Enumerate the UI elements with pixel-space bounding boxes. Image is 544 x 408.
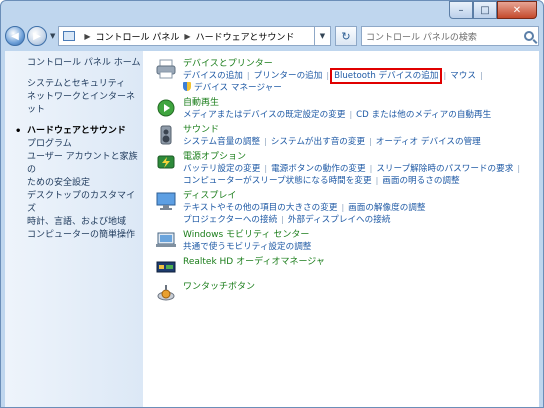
mouse-link[interactable]: マウス <box>450 71 476 81</box>
caption-buttons: – □ ✕ <box>449 1 537 19</box>
connect-external-display-link[interactable]: 外部ディスプレイへの接続 <box>288 215 391 225</box>
realtek-audio-title[interactable]: Realtek HD オーディオマネージャ <box>183 256 539 268</box>
sidebar-item-ease-of-access[interactable]: コンピューターの簡単操作 <box>27 229 143 242</box>
category-power-options: 電源オプション バッテリ設定の変更 | 電源ボタンの動作の変更 | スリープ解除時のパス… <box>155 151 539 187</box>
category-display: ディスプレイ テキストやその他の項目の大きさの変更 | 画面の解像度の調整 プロジェ… <box>155 190 539 226</box>
breadcrumb-control-panel[interactable]: コントロール パネル <box>96 30 180 43</box>
sidebar-item-system-security[interactable]: システムとセキュリティ <box>27 78 143 91</box>
uac-shield-icon <box>183 82 191 91</box>
search-input[interactable]: コントロール パネルの検索 <box>361 26 539 46</box>
speaker-icon <box>160 125 172 145</box>
recent-pages-dropdown-icon[interactable]: ▼ <box>50 32 55 40</box>
realtek-audio-icon <box>156 261 176 273</box>
require-password-on-wakeup-link[interactable]: スリープ解除時のパスワードの要求 <box>376 164 513 174</box>
close-button[interactable]: ✕ <box>497 1 537 19</box>
search-placeholder: コントロール パネルの検索 <box>366 32 477 43</box>
add-device-link[interactable]: デバイスの追加 <box>183 71 243 81</box>
address-bar[interactable]: ▶ コントロール パネル ▶ ハードウェアとサウンド <box>58 26 315 46</box>
display-title[interactable]: ディスプレイ <box>183 190 539 202</box>
power-options-icon <box>157 155 175 169</box>
autoplay-icon <box>157 99 175 117</box>
maximize-button[interactable]: □ <box>473 1 497 19</box>
search-icon[interactable] <box>524 31 534 41</box>
change-sleep-time-link[interactable]: コンピューターがスリープ状態になる時間を変更 <box>183 176 372 186</box>
change-text-size-link[interactable]: テキストやその他の項目の大きさの変更 <box>183 203 337 213</box>
breadcrumb-separator-icon[interactable]: ▶ <box>184 32 190 41</box>
category-mobility-center: Windows モビリティ センター 共通で使うモビリティ設定の調整 <box>155 229 539 253</box>
category-devices-printers: デバイスとプリンター デバイスの追加 | プリンターの追加 | Bluetooth デバ… <box>155 58 539 94</box>
autoplay-cd-link[interactable]: CD または他のメディアの自動再生 <box>356 110 491 120</box>
category-realtek-audio: Realtek HD オーディオマネージャ <box>155 256 539 278</box>
change-power-button-link[interactable]: 電源ボタンの動作の変更 <box>271 164 366 174</box>
control-panel-window: – □ ✕ ◀ ▶ ▼ ▶ コントロール パネル ▶ ハードウェアとサウンド ▼… <box>0 0 544 408</box>
connect-projector-link[interactable]: プロジェクターへの接続 <box>183 215 277 225</box>
change-battery-settings-link[interactable]: バッテリ設定の変更 <box>183 164 260 174</box>
sidebar-item-appearance[interactable]: デスクトップのカスタマイズ <box>27 190 143 216</box>
sidebar-item-clock-language[interactable]: 時計、言語、および地域 <box>27 216 143 229</box>
category-autoplay: 自動再生 メディアまたはデバイスの既定設定の変更 | CD または他のメディアの自動… <box>155 97 539 121</box>
adjust-volume-link[interactable]: システム音量の調整 <box>183 137 260 147</box>
sound-title[interactable]: サウンド <box>183 124 539 136</box>
sidebar-item-user-accounts[interactable]: ユーザー アカウントと家族の <box>27 151 143 177</box>
one-touch-button-title[interactable]: ワンタッチボタン <box>183 281 539 293</box>
control-panel-icon <box>63 31 76 41</box>
minimize-button[interactable]: – <box>449 1 473 19</box>
back-button[interactable]: ◀ <box>5 26 25 46</box>
device-manager-link[interactable]: デバイス マネージャー <box>194 83 282 93</box>
breadcrumb-separator-icon[interactable]: ▶ <box>84 32 90 41</box>
one-touch-button-icon <box>157 285 175 301</box>
forward-button[interactable]: ▶ <box>27 26 47 46</box>
sidebar-item-programs[interactable]: プログラム <box>27 138 143 151</box>
display-icon <box>156 192 176 210</box>
sidebar-item-home[interactable]: コントロール パネル ホーム <box>27 57 143 70</box>
change-default-media-link[interactable]: メディアまたはデバイスの既定設定の変更 <box>183 110 345 120</box>
devices-printers-title[interactable]: デバイスとプリンター <box>183 58 539 70</box>
content-area: コントロール パネル ホーム システムとセキュリティ ネットワークとインターネッ… <box>5 51 539 407</box>
adjust-brightness-link[interactable]: 画面の明るさの調整 <box>382 176 459 186</box>
autoplay-title[interactable]: 自動再生 <box>183 97 539 109</box>
category-one-touch-button: ワンタッチボタン <box>155 281 539 303</box>
printer-icon <box>156 59 176 79</box>
change-system-sounds-link[interactable]: システムが出す音の変更 <box>271 137 365 147</box>
category-sound: サウンド システム音量の調整 | システムが出す音の変更 | オーディオ デバイスの管理 <box>155 124 539 148</box>
add-printer-link[interactable]: プリンターの追加 <box>254 71 323 81</box>
mobility-center-title[interactable]: Windows モビリティ センター <box>183 229 539 241</box>
adjust-resolution-link[interactable]: 画面の解像度の調整 <box>348 203 425 213</box>
sidebar-item-network[interactable]: ネットワークとインターネット <box>27 91 143 117</box>
sidebar-item-hardware-sound: ハードウェアとサウンド <box>15 125 143 138</box>
manage-audio-devices-link[interactable]: オーディオ デバイスの管理 <box>376 137 481 147</box>
refresh-button[interactable]: ↻ <box>335 26 357 46</box>
power-options-title[interactable]: 電源オプション <box>183 151 539 163</box>
navigation-bar: ◀ ▶ ▼ ▶ コントロール パネル ▶ ハードウェアとサウンド ▼ ↻ コント… <box>5 23 539 49</box>
mobility-center-icon <box>156 232 176 247</box>
address-dropdown-icon[interactable]: ▼ <box>315 26 331 46</box>
breadcrumb-hardware-sound[interactable]: ハードウェアとサウンド <box>196 30 295 43</box>
sidebar-item-user-accounts-cont[interactable]: ための安全設定 <box>27 177 143 190</box>
main-panel: デバイスとプリンター デバイスの追加 | プリンターの追加 | Bluetooth デバ… <box>143 51 539 407</box>
sidebar: コントロール パネル ホーム システムとセキュリティ ネットワークとインターネッ… <box>5 51 143 407</box>
adjust-mobility-settings-link[interactable]: 共通で使うモビリティ設定の調整 <box>183 242 311 252</box>
add-bluetooth-device-link[interactable]: Bluetooth デバイスの追加 <box>330 68 443 84</box>
